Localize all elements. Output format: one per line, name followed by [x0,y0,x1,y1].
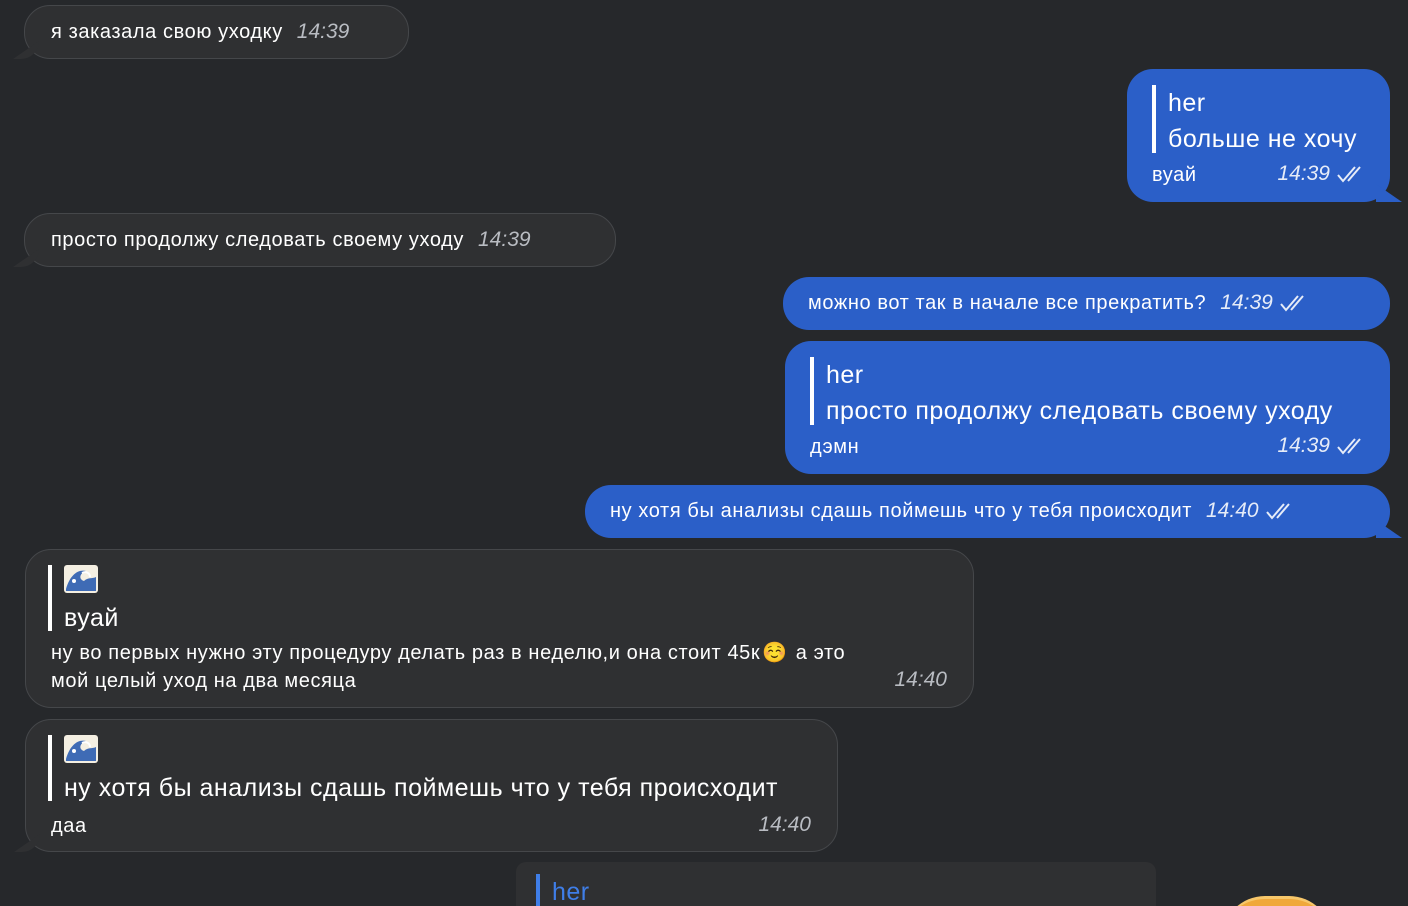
outgoing-message[interactable]: her просто продолжу следовать своему ухо… [785,341,1390,474]
reply-quote[interactable]: вуай [48,565,119,632]
reply-text: больше не хочу [1168,125,1357,153]
reply-quote[interactable]: her [536,874,590,906]
read-ticks-icon [1280,295,1304,312]
wave-emoji-icon [64,735,98,763]
reply-author: her [826,361,864,389]
message-text: можно вот так в начале все прекратить? [808,292,1207,314]
reply-quote[interactable]: her больше не хочу [1152,85,1357,153]
message-time: 14:39 [1220,291,1273,314]
outgoing-message[interactable]: ну хотя бы анализы сдашь поймешь что у т… [585,485,1390,538]
incoming-message[interactable]: вуай ну во первых нужно эту процедуру де… [25,549,974,708]
message-text: даа [51,815,87,837]
wave-emoji-icon [64,565,98,593]
reply-text: просто продолжу следовать своему уходу [826,397,1333,425]
message-time: 14:39 [1277,162,1330,185]
incoming-message[interactable]: просто продолжу следовать своему уходу 1… [24,213,616,267]
message-text: я заказала свою уходку [51,21,283,43]
message-time: 14:39 [478,228,531,251]
message-text: ну хотя бы анализы сдашь поймешь что у т… [610,500,1192,522]
read-ticks-icon [1337,166,1361,183]
message-text: ну во первых нужно эту процедуру делать … [51,642,761,664]
reply-quote[interactable]: her просто продолжу следовать своему ухо… [810,357,1333,425]
message-text: дэмн [810,436,860,458]
message-text: вуай [1152,164,1197,186]
message-text-line2: мой целый уход на два месяца [51,670,357,692]
chat-message-list: я заказала свою уходку 14:39 her больше … [0,0,1408,906]
partial-message[interactable]: her [516,862,1156,906]
scroll-down-button[interactable] [1222,896,1332,906]
incoming-message[interactable]: ну хотя бы анализы сдашь поймешь что у т… [25,719,838,852]
reply-text: ну хотя бы анализы сдашь поймешь что у т… [64,774,778,802]
reply-author: her [1168,89,1206,117]
outgoing-message[interactable]: можно вот так в начале все прекратить? 1… [783,277,1390,330]
message-time: 14:39 [296,20,350,43]
message-time: 14:40 [894,668,947,691]
message-time: 14:40 [758,813,811,836]
read-ticks-icon [1337,438,1361,455]
relieved-smile-emoji-icon: ☺️ [762,642,788,664]
outgoing-message[interactable]: her больше не хочу вуай 14:39 [1127,69,1390,202]
message-time: 14:40 [1206,499,1259,522]
reply-author: her [552,878,590,906]
message-text-continued: а это [795,642,846,664]
message-time: 14:39 [1277,434,1330,457]
reply-quote[interactable]: ну хотя бы анализы сдашь поймешь что у т… [48,735,778,802]
incoming-message[interactable]: я заказала свою уходку 14:39 [24,5,409,59]
reply-text: вуай [64,604,119,632]
message-text: просто продолжу следовать своему уходу [51,229,464,251]
read-ticks-icon [1265,503,1290,520]
